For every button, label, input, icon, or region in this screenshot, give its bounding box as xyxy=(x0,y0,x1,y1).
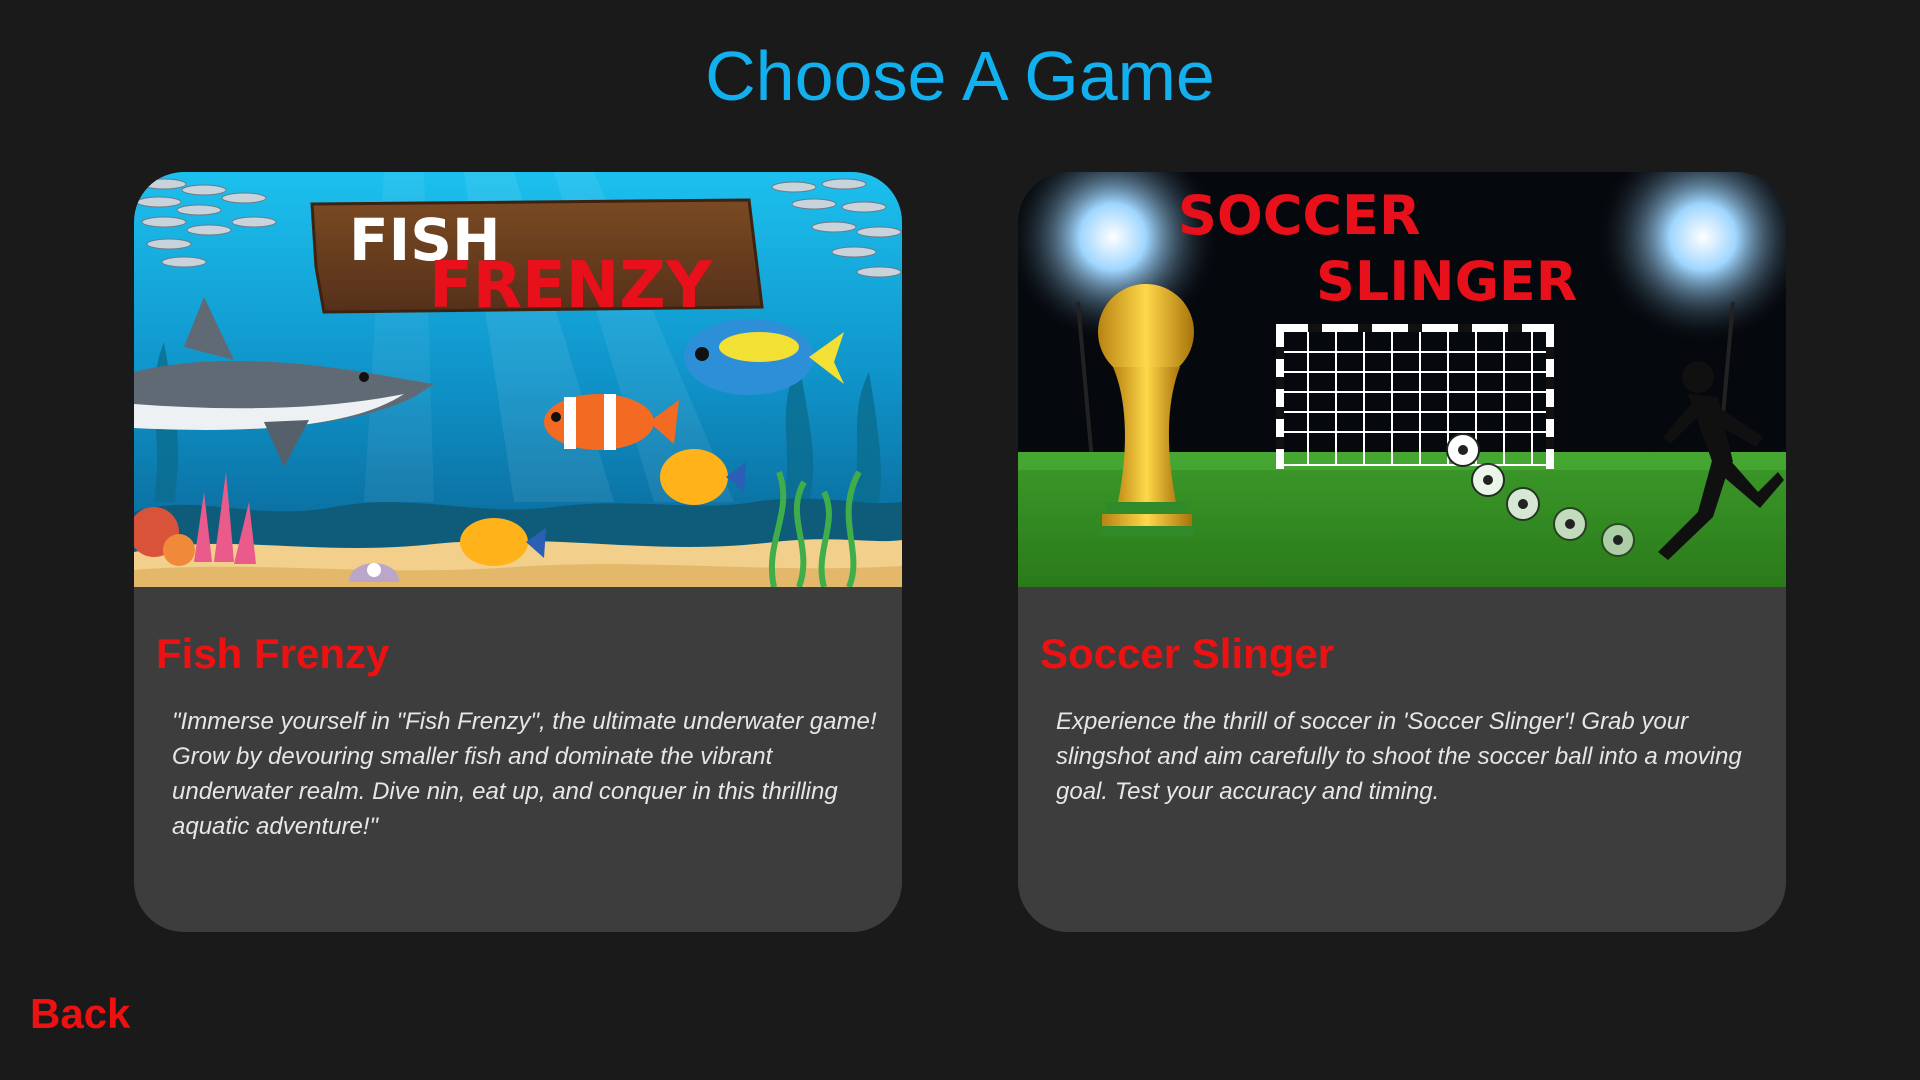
fish-frenzy-thumbnail[interactable]: FISH FRENZY xyxy=(134,172,902,587)
soccer-banner-line1: SOCCER xyxy=(1178,184,1421,247)
game-title-fish-frenzy: Fish Frenzy xyxy=(156,630,390,677)
game-card-soccer-slinger[interactable]: SOCCER SLINGER Soccer Slinger Experience… xyxy=(1018,172,1786,932)
game-selection-screen: Choose A Game FISH FRENZY Fish Frenzy "I… xyxy=(0,0,1920,1080)
game-title-soccer-slinger: Soccer Slinger xyxy=(1040,630,1335,677)
fish-banner-line2: FRENZY xyxy=(429,249,713,323)
game-card-fish-frenzy[interactable]: FISH FRENZY Fish Frenzy "Immerse yoursel… xyxy=(134,172,902,932)
soccer-banner-line2: SLINGER xyxy=(1316,250,1577,313)
underwater-scene-image: FISH FRENZY xyxy=(134,172,902,587)
game-description-soccer-slinger: Experience the thrill of soccer in 'Socc… xyxy=(1056,708,1742,805)
soccer-slinger-thumbnail[interactable]: SOCCER SLINGER xyxy=(1018,172,1786,587)
stadium-scene-image: SOCCER SLINGER xyxy=(1018,172,1786,587)
back-button[interactable]: Back xyxy=(30,990,130,1038)
page-title: Choose A Game xyxy=(705,37,1215,115)
game-description-fish-frenzy: "Immerse yourself in "Fish Frenzy", the … xyxy=(172,708,877,840)
